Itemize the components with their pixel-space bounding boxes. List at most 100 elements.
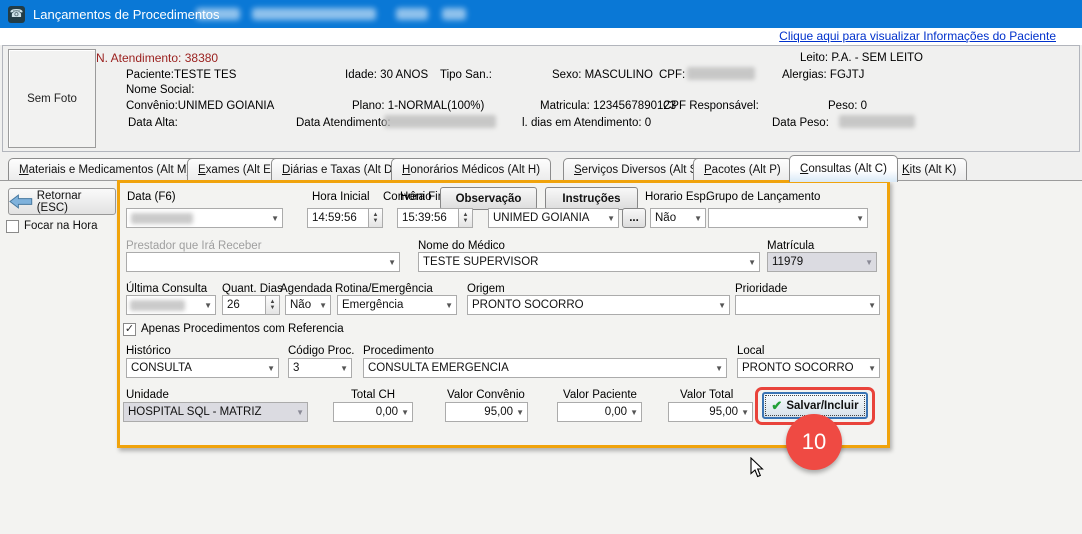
dropdown-arrow-icon: ▼ <box>691 214 702 223</box>
valor-convenio-label: Valor Convênio <box>447 389 525 401</box>
hora-final-spinner[interactable]: 15:39:56 ▲▼ <box>397 208 473 228</box>
tab-consultas[interactable]: Consultas (Alt C) <box>789 155 898 182</box>
data-atendimento-label: Data Atendimento: <box>296 117 391 129</box>
origem-label: Origem <box>467 283 505 295</box>
valor-total-label: Valor Total <box>680 389 733 401</box>
unidade-label: Unidade <box>126 389 169 401</box>
convenio-field-label: Convênio <box>383 191 432 203</box>
historico-combo[interactable]: CONSULTA ▼ <box>126 358 279 378</box>
data-f6-combo[interactable]: ▼ <box>126 208 283 228</box>
horario-esp-label: Horario Esp. <box>645 191 709 203</box>
dropdown-arrow-icon: ▼ <box>268 214 279 223</box>
quant-dias-spinner[interactable]: 26 ▲▼ <box>222 295 280 315</box>
patient-photo-placeholder: Sem Foto <box>8 49 96 148</box>
procedimento-combo[interactable]: CONSULTA EMERGÊNCIA ▼ <box>363 358 727 378</box>
instrucoes-button[interactable]: Instruções <box>545 187 638 210</box>
apenas-referencia-label: Apenas Procedimentos com Referencia <box>141 323 344 335</box>
prestador-combo[interactable]: ▼ <box>126 252 400 272</box>
redacted-title-text-blur <box>396 8 428 20</box>
nome-medico-combo[interactable]: TESTE SUPERVISOR ▼ <box>418 252 760 272</box>
paciente-value: Paciente:TESTE TES <box>126 69 236 81</box>
tab-materiais-medicamentos[interactable]: Materiais e Medicamentos (Alt M) <box>8 158 201 180</box>
redacted-title-text-blur <box>252 8 376 20</box>
tipo-sanguineo-label: Tipo San.: <box>440 69 492 81</box>
lancamentos-procedimentos-window: ☎ Lançamentos de Procedimentos Clique aq… <box>0 0 1082 534</box>
tab-honorarios-medicos[interactable]: Honorários Médicos (Alt H) <box>391 158 551 180</box>
hora-inicial-label: Hora Inicial <box>312 191 370 203</box>
focar-na-hora-label: Focar na Hora <box>24 220 98 232</box>
ultima-consulta-combo[interactable]: ▼ <box>126 295 216 315</box>
salvar-incluir-label: Salvar/Incluir <box>786 400 858 412</box>
quant-dias-label: Quant. Dias <box>222 283 283 295</box>
agendada-combo[interactable]: Não ▼ <box>285 295 331 315</box>
horario-esp-combo[interactable]: Não ▼ <box>650 208 706 228</box>
grupo-lancamento-combo[interactable]: ▼ <box>708 208 868 228</box>
dropdown-arrow-icon: ▼ <box>337 364 348 373</box>
cpf-responsavel-label: CPF Responsável: <box>663 100 759 112</box>
prioridade-combo[interactable]: ▼ <box>735 295 880 315</box>
tab-diarias-taxas[interactable]: Diárias e Taxas (Alt D) <box>271 158 407 180</box>
patient-info-link[interactable]: Clique aqui para visualizar Informações … <box>779 29 1056 43</box>
focar-na-hora-checkbox[interactable] <box>6 220 19 233</box>
dropdown-arrow-icon: ▼ <box>293 408 304 417</box>
convenio-value: Convênio:UNIMED GOIANIA <box>126 100 274 112</box>
spinner-arrows-icon[interactable]: ▲▼ <box>458 209 472 227</box>
redacted-title-text-blur <box>196 8 240 20</box>
redacted-ultima-consulta-blur <box>130 300 185 311</box>
nome-social-label: Nome Social: <box>126 84 194 96</box>
observacao-button[interactable]: Observação <box>440 187 537 210</box>
prioridade-label: Prioridade <box>735 283 787 295</box>
spinner-arrows-icon[interactable]: ▲▼ <box>368 209 382 227</box>
local-combo[interactable]: PRONTO SOCORRO ▼ <box>737 358 880 378</box>
prestador-label: Prestador que Irá Receber <box>126 240 262 252</box>
dropdown-arrow-icon: ▼ <box>442 301 453 310</box>
sexo-value: Sexo: MASCULINO <box>552 69 653 81</box>
valor-total-field[interactable]: 95,00 ▼ <box>668 402 753 422</box>
valor-convenio-field[interactable]: 95,00 ▼ <box>445 402 528 422</box>
valor-paciente-label: Valor Paciente <box>563 389 637 401</box>
ellipsis-button[interactable]: ... <box>622 208 646 228</box>
app-phone-icon: ☎ <box>8 6 25 23</box>
dropdown-arrow-icon: ▼ <box>513 408 524 417</box>
dropdown-arrow-icon: ▼ <box>865 301 876 310</box>
retornar-button[interactable]: Retornar (ESC) <box>8 188 116 215</box>
origem-combo[interactable]: PRONTO SOCORRO ▼ <box>467 295 730 315</box>
procedimento-label: Procedimento <box>363 345 434 357</box>
dropdown-arrow-icon: ▼ <box>604 214 615 223</box>
dropdown-arrow-icon: ▼ <box>745 258 756 267</box>
convenio-combo[interactable]: UNIMED GOIANIA ▼ <box>488 208 619 228</box>
rotina-emergencia-combo[interactable]: Emergência ▼ <box>337 295 457 315</box>
valor-paciente-field[interactable]: 0,00 ▼ <box>557 402 642 422</box>
atendimento-number: N. Atendimento: 38380 <box>96 51 218 65</box>
total-ch-field[interactable]: 0,00 ▼ <box>333 402 413 422</box>
dropdown-arrow-icon: ▼ <box>853 214 864 223</box>
historico-label: Histórico <box>126 345 171 357</box>
dropdown-arrow-icon: ▼ <box>627 408 638 417</box>
rotina-emergencia-label: Rotina/Emergência <box>335 283 433 295</box>
agendada-label: Agendada <box>280 283 332 295</box>
tab-pacotes[interactable]: Pacotes (Alt P) <box>693 158 792 180</box>
apenas-referencia-checkbox[interactable]: ✓ <box>123 323 136 336</box>
tab-servicos-diversos[interactable]: Serviços Diversos (Alt S) <box>563 158 712 180</box>
unidade-combo: HOSPITAL SQL - MATRIZ ▼ <box>123 402 308 422</box>
redacted-title-text-blur <box>442 8 466 20</box>
dropdown-arrow-icon: ▼ <box>201 301 212 310</box>
redacted-cpf-blur <box>687 67 755 80</box>
local-label: Local <box>737 345 765 357</box>
ultima-consulta-label: Última Consulta <box>126 283 207 295</box>
idade-value: Idade: 30 ANOS <box>345 69 428 81</box>
dropdown-arrow-icon: ▼ <box>862 258 873 267</box>
peso-value: Peso: 0 <box>828 100 867 112</box>
dias-atendimento-value: l. dias em Atendimento: 0 <box>522 117 651 129</box>
dropdown-arrow-icon: ▼ <box>715 301 726 310</box>
data-alta-label: Data Alta: <box>128 117 178 129</box>
tab-kits[interactable]: Kits (Alt K) <box>891 158 967 180</box>
matricula-value: Matricula: 1234567890123 <box>540 100 676 112</box>
hora-inicial-spinner[interactable]: 14:59:56 ▲▼ <box>307 208 383 228</box>
redacted-data-peso-blur <box>839 115 915 128</box>
green-check-icon: ✔ <box>771 398 782 414</box>
codigo-proc-combo[interactable]: 3 ▼ <box>288 358 352 378</box>
spinner-arrows-icon[interactable]: ▲▼ <box>265 296 279 314</box>
data-peso-label: Data Peso: <box>772 117 829 129</box>
alergias-value: Alergias: FGJTJ <box>782 69 864 81</box>
